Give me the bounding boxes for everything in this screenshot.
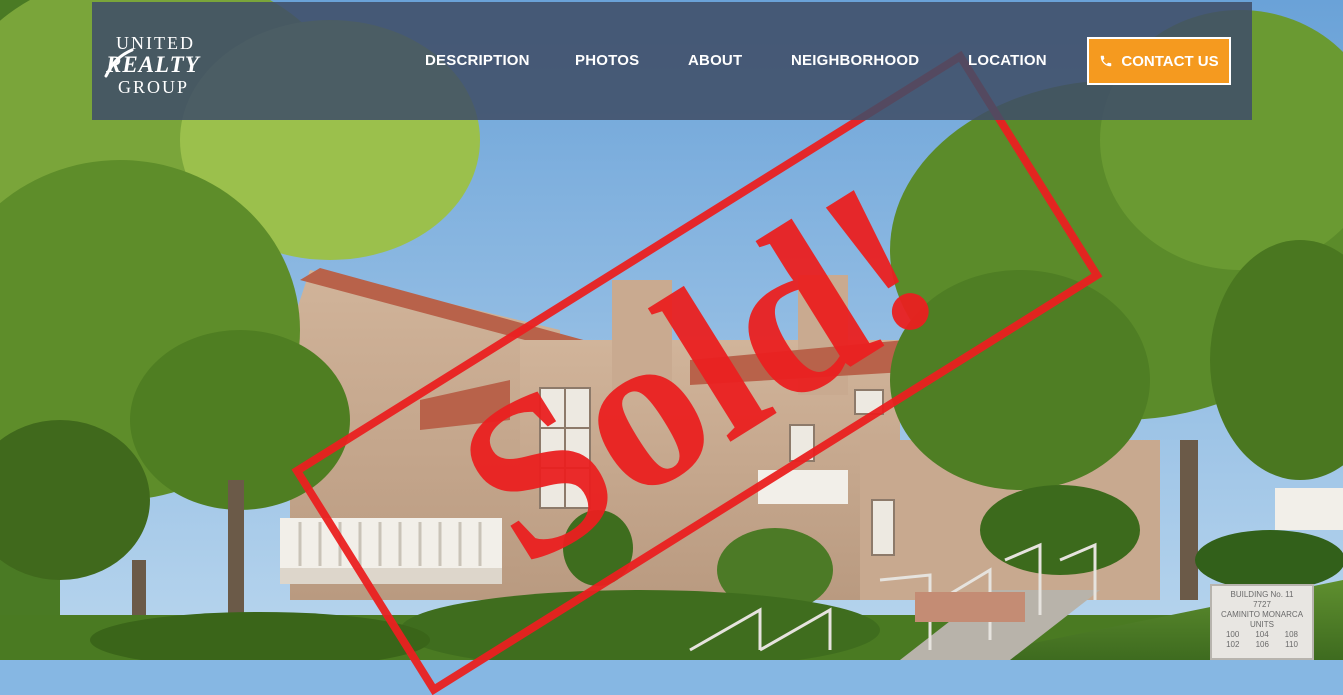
building-sign: BUILDING No. 11 7727 CAMINITO MONARCA UN… bbox=[1210, 584, 1314, 660]
logo-line-group: GROUP bbox=[118, 77, 190, 97]
sign-unit: 102 bbox=[1226, 640, 1240, 649]
sign-street-name: CAMINITO MONARCA bbox=[1220, 610, 1304, 619]
sign-street-number: 7727 bbox=[1253, 600, 1271, 609]
site-header: UNITED REALTY GROUP DESCRIPTION PHOTOS A… bbox=[92, 2, 1252, 120]
sign-unit: 106 bbox=[1255, 640, 1269, 649]
sign-units-row: 100 104 108 bbox=[1212, 630, 1312, 640]
contact-us-button[interactable]: CONTACT US bbox=[1087, 37, 1231, 85]
sign-unit: 100 bbox=[1225, 630, 1240, 639]
sign-units-row: 102 106 110 bbox=[1212, 640, 1312, 650]
site-logo[interactable]: UNITED REALTY GROUP bbox=[104, 30, 222, 98]
nav-about[interactable]: ABOUT bbox=[688, 52, 742, 69]
nav-description[interactable]: DESCRIPTION bbox=[425, 52, 530, 69]
nav-neighborhood[interactable]: NEIGHBORHOOD bbox=[791, 52, 919, 69]
nav-location[interactable]: LOCATION bbox=[968, 52, 1047, 69]
sign-units-label: UNITS bbox=[1250, 620, 1274, 629]
phone-icon bbox=[1101, 55, 1112, 67]
logo-line-realty: REALTY bbox=[106, 52, 200, 77]
sign-building-number: BUILDING No. 11 bbox=[1230, 590, 1294, 599]
logo-line-united: UNITED bbox=[116, 33, 195, 53]
sign-unit: 110 bbox=[1285, 640, 1298, 649]
contact-us-label: CONTACT US bbox=[1121, 52, 1219, 70]
sign-unit: 108 bbox=[1284, 630, 1298, 639]
nav-photos[interactable]: PHOTOS bbox=[575, 52, 639, 69]
sign-unit: 104 bbox=[1255, 630, 1269, 639]
